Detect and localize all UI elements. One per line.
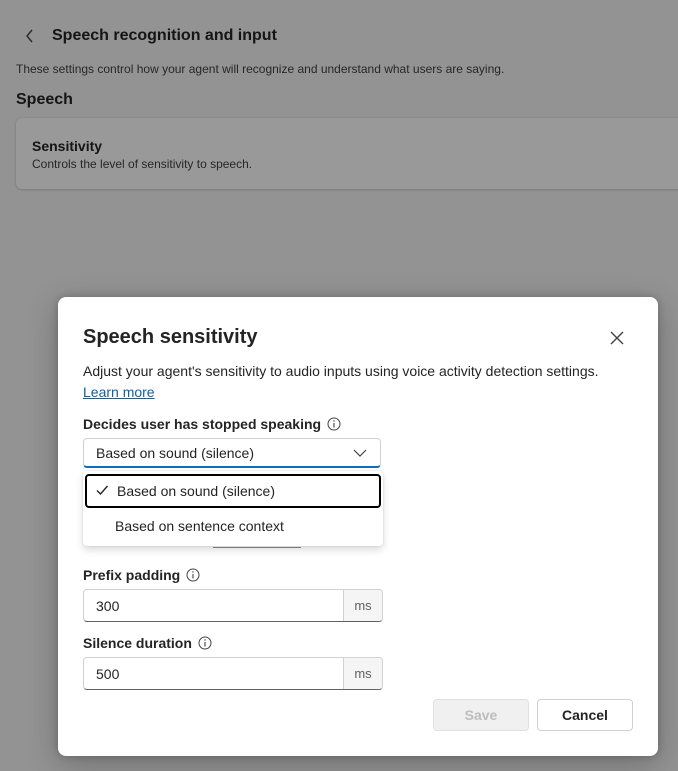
prefix-padding-input[interactable]: 300 ms: [83, 589, 383, 622]
option-based-on-sentence-context[interactable]: Based on sentence context: [85, 509, 381, 543]
dropdown-selected-value: Based on sound (silence): [96, 444, 254, 461]
cancel-button[interactable]: Cancel: [537, 699, 633, 731]
dialog-title: Speech sensitivity: [83, 326, 258, 348]
prefix-padding-value[interactable]: 300: [84, 590, 343, 621]
stop-speaking-label: Decides user has stopped speaking: [83, 416, 341, 432]
chevron-down-icon: [352, 445, 368, 461]
prefix-padding-label-text: Prefix padding: [83, 567, 181, 583]
learn-more-link[interactable]: Learn more: [83, 384, 155, 400]
info-icon[interactable]: [327, 417, 341, 431]
info-icon[interactable]: [198, 636, 212, 650]
close-icon: [610, 331, 624, 345]
speech-sensitivity-dialog: Speech sensitivity Adjust your agent's s…: [58, 297, 658, 756]
dialog-description: Adjust your agent's sensitivity to audio…: [83, 363, 599, 379]
option-label: Based on sentence context: [115, 518, 284, 534]
silence-duration-unit: ms: [343, 658, 382, 689]
prefix-padding-label: Prefix padding: [83, 567, 200, 583]
stop-speaking-label-text: Decides user has stopped speaking: [83, 416, 322, 432]
silence-duration-label-text: Silence duration: [83, 635, 192, 651]
close-button[interactable]: [607, 328, 627, 348]
stop-speaking-listbox: Based on sound (silence) Based on senten…: [83, 471, 383, 546]
option-label: Based on sound (silence): [117, 483, 275, 499]
silence-duration-input[interactable]: 500 ms: [83, 657, 383, 690]
info-icon[interactable]: [186, 568, 200, 582]
checkmark-icon: [95, 483, 111, 499]
stop-speaking-dropdown[interactable]: Based on sound (silence): [83, 438, 381, 468]
silence-duration-label: Silence duration: [83, 635, 212, 651]
save-button[interactable]: Save: [433, 699, 529, 731]
silence-duration-value[interactable]: 500: [84, 658, 343, 689]
prefix-padding-unit: ms: [343, 590, 382, 621]
option-based-on-sound[interactable]: Based on sound (silence): [85, 474, 381, 508]
